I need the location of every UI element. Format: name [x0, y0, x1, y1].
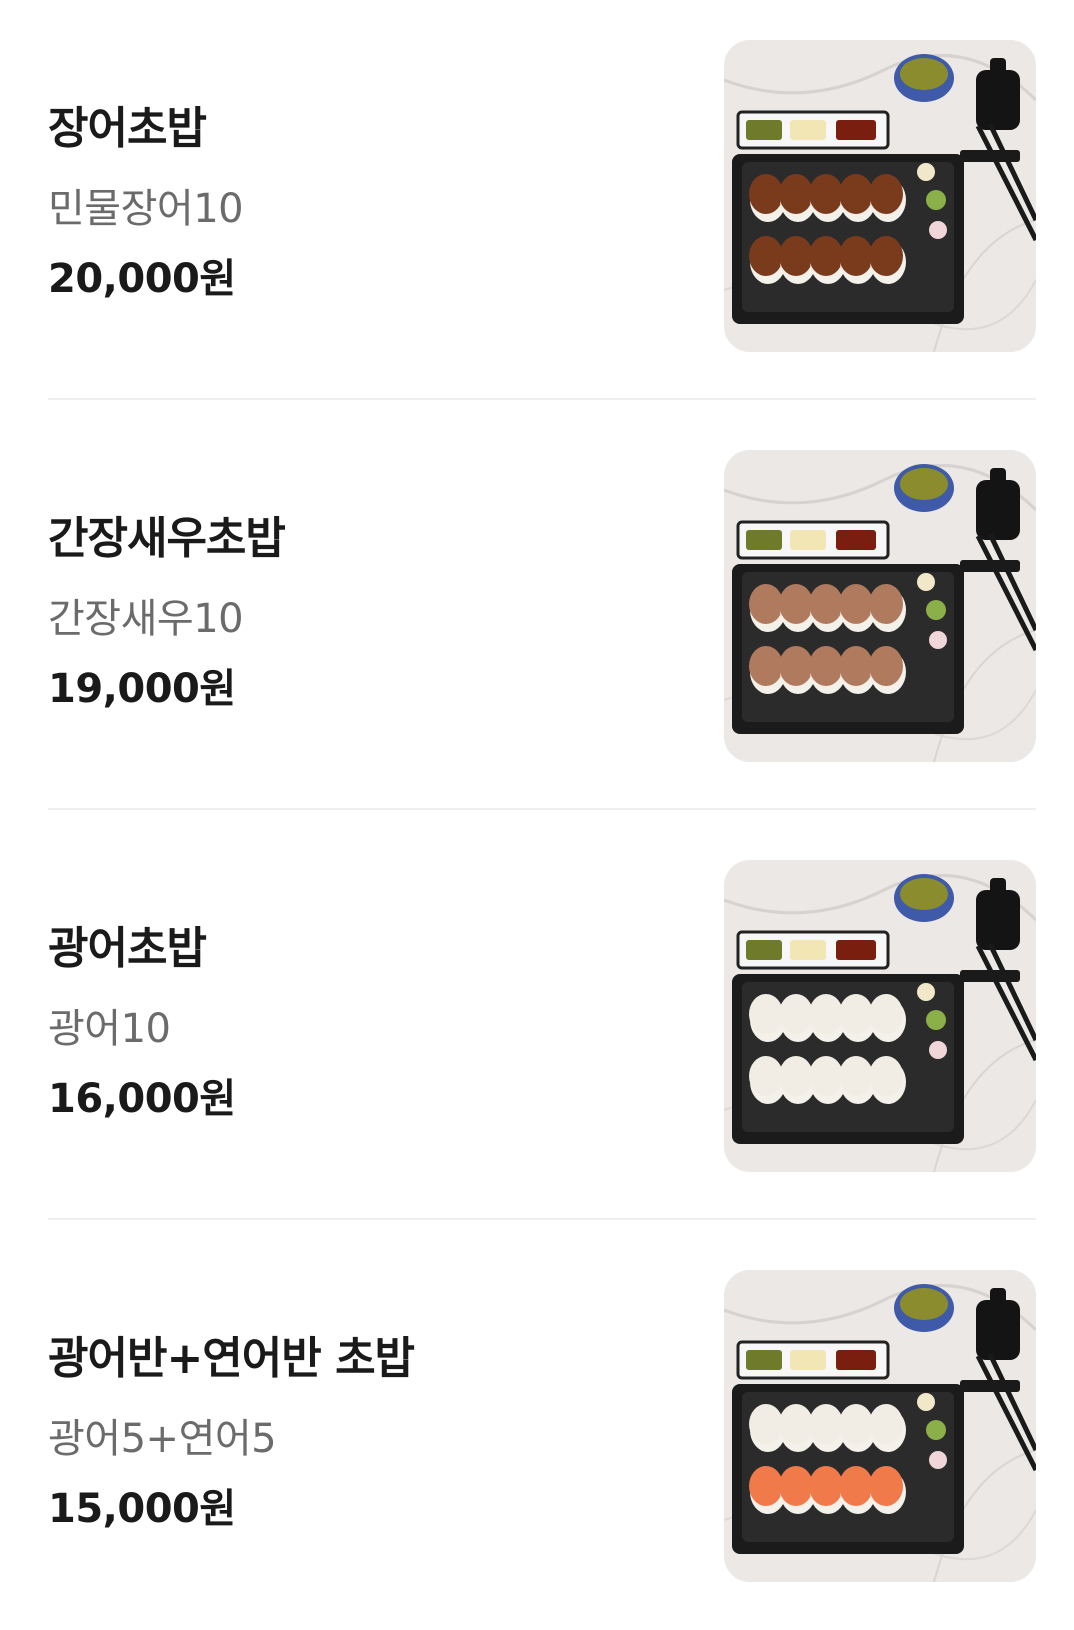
menu-item-price: 20,000원 [48, 256, 236, 302]
flatfish-sushi-platter-image [724, 860, 1036, 1172]
flatfish-salmon-sushi-platter-image [724, 1270, 1036, 1582]
menu-item-name: 장어초밥 [48, 103, 207, 154]
menu-item-description: 간장새우10 [48, 596, 244, 642]
eel-sushi-platter-image [724, 40, 1036, 352]
menu-item[interactable]: 광어반+연어반 초밥 광어5+연어5 15,000원 [0, 1230, 1074, 1625]
menu-item[interactable]: 간장새우초밥 간장새우10 19,000원 [0, 410, 1074, 805]
soy-shrimp-sushi-platter-image [724, 450, 1036, 762]
menu-item-name: 광어반+연어반 초밥 [48, 1333, 415, 1384]
menu-item-price: 19,000원 [48, 666, 236, 712]
menu-item-name: 광어초밥 [48, 923, 207, 974]
menu-item-price: 15,000원 [48, 1486, 236, 1532]
divider [48, 1218, 1036, 1220]
menu-item[interactable]: 장어초밥 민물장어10 20,000원 [0, 0, 1074, 395]
menu-item-description: 민물장어10 [48, 186, 244, 232]
menu-list: 장어초밥 민물장어10 20,000원 간장새우초밥 간장새우10 19,000… [0, 0, 1074, 1630]
menu-item-description: 광어5+연어5 [48, 1416, 277, 1462]
menu-item-description: 광어10 [48, 1006, 171, 1052]
menu-item-name: 간장새우초밥 [48, 513, 286, 564]
divider [48, 808, 1036, 810]
menu-item[interactable]: 광어초밥 광어10 16,000원 [0, 820, 1074, 1215]
menu-item-price: 16,000원 [48, 1076, 236, 1122]
divider [48, 398, 1036, 400]
